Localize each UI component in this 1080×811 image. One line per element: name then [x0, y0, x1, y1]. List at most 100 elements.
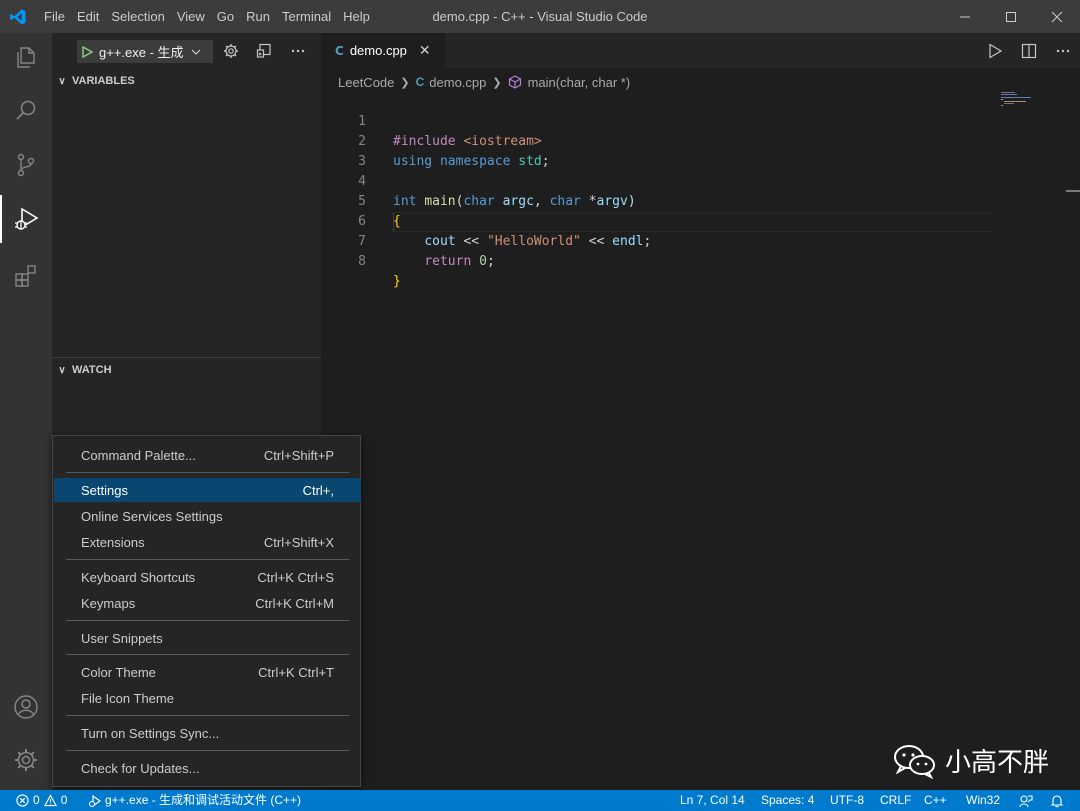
menu-file[interactable]: File	[38, 0, 71, 33]
explorer-button[interactable]	[0, 33, 52, 81]
menu-item-online-services-settings[interactable]: Online Services Settings	[54, 504, 361, 528]
code-token: }	[393, 274, 401, 289]
breadcrumb-symbol[interactable]: main(char, char *)	[528, 75, 631, 90]
menu-selection[interactable]: Selection	[105, 0, 170, 33]
debug-console-icon	[256, 43, 271, 58]
search-icon	[16, 100, 36, 120]
code-line: 1 #include <iostream>	[321, 92, 1001, 149]
chevron-right-icon: ❯	[400, 76, 410, 89]
run-file-button[interactable]	[978, 33, 1012, 68]
feedback-icon	[1019, 794, 1033, 807]
menu-view[interactable]: View	[171, 0, 211, 33]
menu-item-file-icon-theme[interactable]: File Icon Theme	[54, 686, 361, 710]
run-config-select[interactable]: g++.exe - 生成	[77, 40, 213, 63]
manage-button[interactable]	[0, 736, 52, 784]
eol-status[interactable]: CRLF	[880, 790, 911, 811]
editor-more-button[interactable]	[1046, 33, 1080, 68]
minimize-button[interactable]	[942, 0, 988, 33]
menu-item-label: Extensions	[81, 534, 145, 550]
code-line: 8 }	[321, 232, 1001, 289]
problems-status[interactable]: 0 0	[16, 790, 67, 811]
encoding-status[interactable]: UTF-8	[830, 790, 864, 811]
menu-help[interactable]: Help	[337, 0, 376, 33]
menu-separator	[66, 750, 349, 751]
menu-separator	[66, 472, 349, 473]
editor-actions	[978, 33, 1080, 68]
menu-item-shortcut: Ctrl+K Ctrl+S	[257, 569, 334, 585]
menu-item-keyboard-shortcuts[interactable]: Keyboard Shortcuts Ctrl+K Ctrl+S	[54, 565, 361, 589]
code-line: 4 int main(char argc, char *argv)	[321, 152, 1001, 209]
code-token: ;	[486, 254, 495, 269]
cursor-position-status[interactable]: Ln 7, Col 14	[680, 790, 745, 811]
menu-item-settings-sync[interactable]: Turn on Settings Sync...	[54, 721, 361, 745]
menu-item-check-for-updates[interactable]: Check for Updates...	[54, 756, 361, 780]
start-debugging-icon[interactable]	[81, 45, 93, 58]
feedback-button[interactable]	[1019, 790, 1033, 811]
run-debug-icon	[15, 207, 39, 230]
scrollbar-cursor-marker	[1066, 190, 1080, 192]
code-line: 7 return 0;	[321, 212, 1001, 269]
tab-demo-cpp[interactable]: C demo.cpp ✕	[321, 33, 445, 68]
menu-item-label: User Snippets	[81, 630, 163, 646]
debug-icon	[88, 794, 101, 807]
accounts-button[interactable]	[0, 683, 52, 731]
menu-item-label: Online Services Settings	[81, 508, 223, 524]
variables-section-header[interactable]: ∨ VARIABLES	[52, 70, 321, 92]
code-line: 6 cout << "HelloWorld" << endl;	[321, 192, 1001, 249]
close-icon	[1051, 11, 1063, 22]
run-config-label: g++.exe - 生成	[99, 45, 184, 60]
source-control-button[interactable]	[0, 141, 52, 189]
watch-title: WATCH	[72, 364, 112, 376]
watch-section-header[interactable]: ∨ WATCH	[52, 359, 321, 381]
menu-item-keymaps[interactable]: Keymaps Ctrl+K Ctrl+M	[54, 591, 361, 615]
split-editor-button[interactable]	[1012, 33, 1046, 68]
extensions-button[interactable]	[0, 251, 52, 299]
platform-status[interactable]: Win32	[966, 790, 1000, 811]
menu-item-color-theme[interactable]: Color Theme Ctrl+K Ctrl+T	[54, 660, 361, 684]
menu-item-label: Settings	[81, 482, 128, 498]
menu-separator	[66, 559, 349, 560]
menu-item-shortcut: Ctrl+K Ctrl+T	[258, 664, 334, 680]
wechat-watermark: 小高不胖	[893, 742, 1049, 779]
debug-console-button[interactable]	[254, 41, 274, 61]
menu-item-user-snippets[interactable]: User Snippets	[54, 626, 361, 650]
menu-item-label: Color Theme	[81, 664, 156, 680]
code-token: return	[424, 254, 472, 269]
run-debug-button[interactable]	[0, 195, 52, 243]
manage-menu: Command Palette... Ctrl+Shift+P Settings…	[52, 435, 361, 787]
more-actions-button[interactable]	[288, 41, 308, 61]
language-status[interactable]: C++	[924, 790, 947, 811]
open-launch-json-button[interactable]	[221, 41, 241, 61]
menu-item-settings[interactable]: Settings Ctrl+,	[54, 478, 361, 502]
menu-bar: File Edit Selection View Go Run Terminal…	[38, 0, 376, 33]
source-control-icon	[17, 153, 35, 177]
maximize-button[interactable]	[988, 0, 1034, 33]
menu-run[interactable]: Run	[240, 0, 276, 33]
extensions-icon	[15, 265, 36, 287]
menu-item-label: Turn on Settings Sync...	[81, 725, 220, 741]
close-tab-icon[interactable]: ✕	[419, 43, 431, 59]
line-number: 8	[358, 254, 366, 269]
close-window-button[interactable]	[1034, 0, 1080, 33]
chevron-down-icon	[191, 49, 201, 55]
search-button[interactable]	[0, 87, 52, 135]
maximize-icon	[1006, 11, 1016, 22]
breadcrumb-folder[interactable]: LeetCode	[338, 75, 394, 90]
menu-separator	[66, 715, 349, 716]
code-editor[interactable]: 1 #include <iostream> 2 using namespace …	[321, 92, 1001, 289]
menu-item-command-palette[interactable]: Command Palette... Ctrl+Shift+P	[54, 443, 361, 467]
notifications-button[interactable]	[1050, 790, 1064, 811]
menu-item-label: File Icon Theme	[81, 690, 174, 706]
vscode-logo-icon	[0, 0, 36, 33]
indentation-status[interactable]: Spaces: 4	[761, 790, 814, 811]
menu-terminal[interactable]: Terminal	[276, 0, 337, 33]
gear-icon	[15, 749, 37, 771]
debug-config-status[interactable]: g++.exe - 生成和调试活动文件 (C++)	[87, 790, 301, 811]
menu-edit[interactable]: Edit	[71, 0, 105, 33]
menu-item-shortcut: Ctrl+Shift+X	[263, 534, 334, 550]
split-editor-icon	[1021, 43, 1037, 58]
breadcrumb-file[interactable]: demo.cpp	[429, 75, 486, 90]
menu-item-extensions[interactable]: Extensions Ctrl+Shift+X	[54, 530, 361, 554]
minimap[interactable]	[1000, 92, 1060, 106]
menu-go[interactable]: Go	[211, 0, 240, 33]
